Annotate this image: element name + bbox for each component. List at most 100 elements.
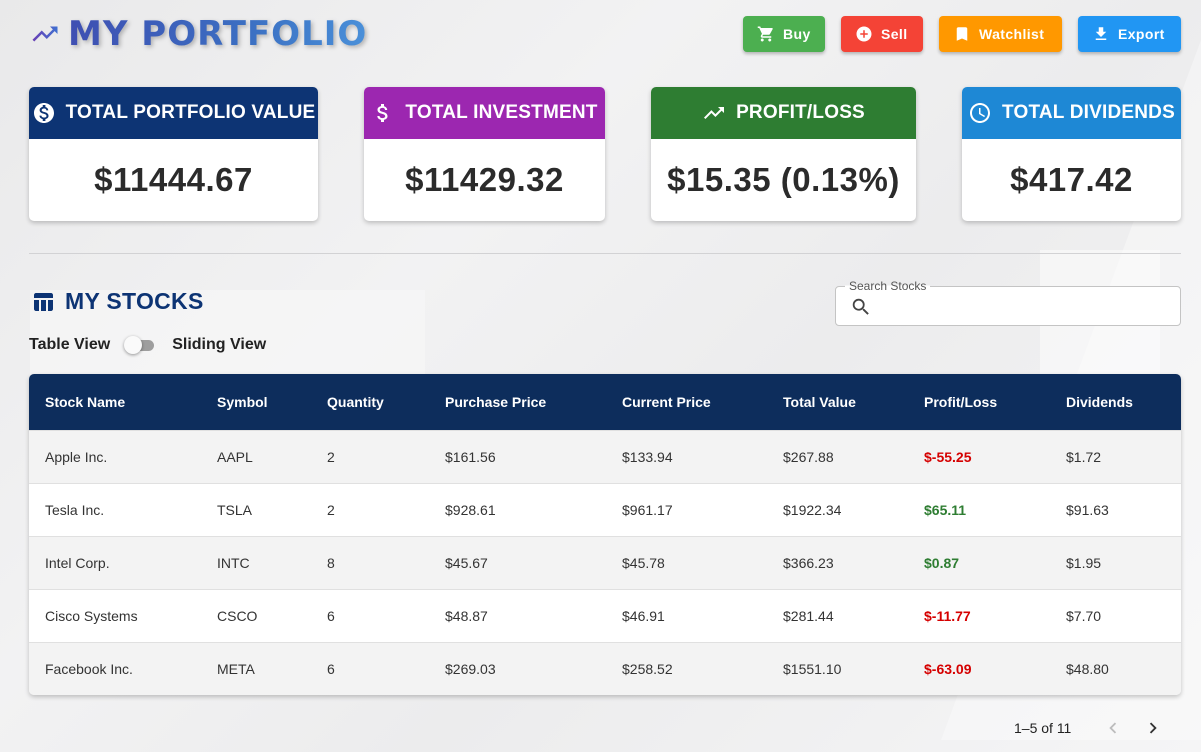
profit-loss-cell: $-63.09 xyxy=(908,641,1050,695)
table-row[interactable]: Intel Corp. INTC 8 $45.67 $45.78 $366.23… xyxy=(29,535,1181,589)
card-value: $15.35 (0.13%) xyxy=(667,161,900,198)
table-view-label: Table View xyxy=(29,336,111,353)
search-icon xyxy=(852,298,869,315)
total-portfolio-value-card: TOTAL PORTFOLIO VALUE $11444.67 xyxy=(29,87,318,221)
symbol-cell: META xyxy=(201,641,311,695)
profit-loss-cell: $0.87 xyxy=(908,535,1050,589)
card-value: $417.42 xyxy=(1010,161,1133,198)
purchase-price-cell: $269.03 xyxy=(429,641,606,695)
total-value-cell: $366.23 xyxy=(767,535,908,589)
total-dividends-card: TOTAL DIVIDENDS $417.42 xyxy=(962,87,1181,221)
page-title: MY PORTFOLIO xyxy=(68,14,368,54)
profit-loss-cell: $-55.25 xyxy=(908,429,1050,483)
current-price-cell: $258.52 xyxy=(606,641,767,695)
view-toggle: Table View Sliding View xyxy=(29,335,266,355)
clock-icon xyxy=(970,103,991,123)
card-header: PROFIT/LOSS xyxy=(651,87,916,139)
sell-label: Sell xyxy=(881,26,908,42)
stocks-title-text: MY STOCKS xyxy=(65,288,204,314)
current-price-cell: $46.91 xyxy=(606,588,767,642)
current-price-cell: $961.17 xyxy=(606,482,767,536)
quantity-cell: 8 xyxy=(311,535,429,589)
stock-name-cell: Cisco Systems xyxy=(29,588,201,642)
column-header[interactable]: Dividends xyxy=(1050,374,1181,430)
total-value-cell: $267.88 xyxy=(767,429,908,483)
dividends-cell: $1.72 xyxy=(1050,429,1181,483)
symbol-cell: CSCO xyxy=(201,588,311,642)
card-header: TOTAL INVESTMENT xyxy=(364,87,605,139)
purchase-price-cell: $45.67 xyxy=(429,535,606,589)
dividends-cell: $7.70 xyxy=(1050,588,1181,642)
profit-loss-cell: $65.11 xyxy=(908,482,1050,536)
bookmark-icon xyxy=(956,27,968,41)
download-icon xyxy=(1095,27,1107,40)
current-price-cell: $45.78 xyxy=(606,535,767,589)
stock-name-cell: Apple Inc. xyxy=(29,429,201,483)
buy-button[interactable]: Buy xyxy=(743,16,825,52)
quantity-cell: 6 xyxy=(311,588,429,642)
trending-up-icon xyxy=(704,107,725,119)
table-row[interactable]: Apple Inc. AAPL 2 $161.56 $133.94 $267.8… xyxy=(29,429,1181,483)
card-header: TOTAL DIVIDENDS xyxy=(962,87,1181,139)
table-icon xyxy=(34,292,53,311)
table-header-row: Stock Name Symbol Quantity Purchase Pric… xyxy=(29,374,1181,430)
symbol-cell: INTC xyxy=(201,535,311,589)
card-value: $11429.32 xyxy=(405,161,564,198)
watchlist-label: Watchlist xyxy=(979,26,1045,42)
sliding-view-label: Sliding View xyxy=(172,336,267,353)
sell-button[interactable]: Sell xyxy=(841,16,923,52)
stocks-section-title: MY STOCKS xyxy=(31,288,204,315)
add-circle-icon xyxy=(856,26,872,42)
column-header[interactable]: Total Value xyxy=(767,374,908,430)
cart-icon xyxy=(757,26,773,42)
profit-loss-card: PROFIT/LOSS $15.35 (0.13%) xyxy=(651,87,916,221)
stock-name-cell: Facebook Inc. xyxy=(29,641,201,695)
watchlist-button[interactable]: Watchlist xyxy=(939,16,1062,52)
card-title: PROFIT/LOSS xyxy=(736,102,865,123)
total-value-cell: $1922.34 xyxy=(767,482,908,536)
buy-label: Buy xyxy=(783,26,811,42)
section-divider xyxy=(29,253,1181,254)
table-row[interactable]: Facebook Inc. META 6 $269.03 $258.52 $15… xyxy=(29,641,1181,695)
pagination: 1–5 of 11 xyxy=(1014,716,1165,740)
purchase-price-cell: $928.61 xyxy=(429,482,606,536)
header: MY PORTFOLIO xyxy=(30,14,367,54)
column-header[interactable]: Current Price xyxy=(606,374,767,430)
search-stocks-field[interactable]: Search Stocks xyxy=(835,279,1181,326)
stocks-table: Stock Name Symbol Quantity Purchase Pric… xyxy=(29,374,1181,695)
export-button[interactable]: Export xyxy=(1078,16,1181,52)
stock-name-cell: Tesla Inc. xyxy=(29,482,201,536)
card-value: $11444.67 xyxy=(94,161,253,198)
quantity-cell: 2 xyxy=(311,482,429,536)
view-switch[interactable] xyxy=(124,335,158,355)
card-header: TOTAL PORTFOLIO VALUE xyxy=(29,87,318,139)
chevron-left-icon xyxy=(1109,722,1117,734)
column-header[interactable]: Profit/Loss xyxy=(908,374,1050,430)
dividends-cell: $48.80 xyxy=(1050,641,1181,695)
total-value-cell: $281.44 xyxy=(767,588,908,642)
table-row[interactable]: Tesla Inc. TSLA 2 $928.61 $961.17 $1922.… xyxy=(29,482,1181,536)
quantity-cell: 6 xyxy=(311,641,429,695)
symbol-cell: AAPL xyxy=(201,429,311,483)
export-label: Export xyxy=(1118,26,1165,42)
profit-loss-cell: $-11.77 xyxy=(908,588,1050,642)
dollar-circle-icon xyxy=(33,103,54,123)
next-page-button[interactable] xyxy=(1141,716,1165,740)
card-title: TOTAL DIVIDENDS xyxy=(1002,102,1175,123)
chevron-right-icon xyxy=(1150,722,1158,734)
previous-page-button[interactable] xyxy=(1101,716,1125,740)
action-bar: Buy Sell Watchlist Export xyxy=(743,16,1181,52)
column-header[interactable]: Stock Name xyxy=(29,374,201,430)
dollar-icon xyxy=(377,104,388,122)
search-input[interactable] xyxy=(880,293,1170,319)
pagination-range: 1–5 of 11 xyxy=(1014,720,1072,736)
trending-up-icon xyxy=(32,26,58,42)
total-investment-card: TOTAL INVESTMENT $11429.32 xyxy=(364,87,605,221)
switch-thumb xyxy=(124,336,143,354)
table-row[interactable]: Cisco Systems CSCO 6 $48.87 $46.91 $281.… xyxy=(29,588,1181,642)
symbol-cell: TSLA xyxy=(201,482,311,536)
purchase-price-cell: $48.87 xyxy=(429,588,606,642)
column-header[interactable]: Quantity xyxy=(311,374,429,430)
column-header[interactable]: Symbol xyxy=(201,374,311,430)
column-header[interactable]: Purchase Price xyxy=(429,374,606,430)
